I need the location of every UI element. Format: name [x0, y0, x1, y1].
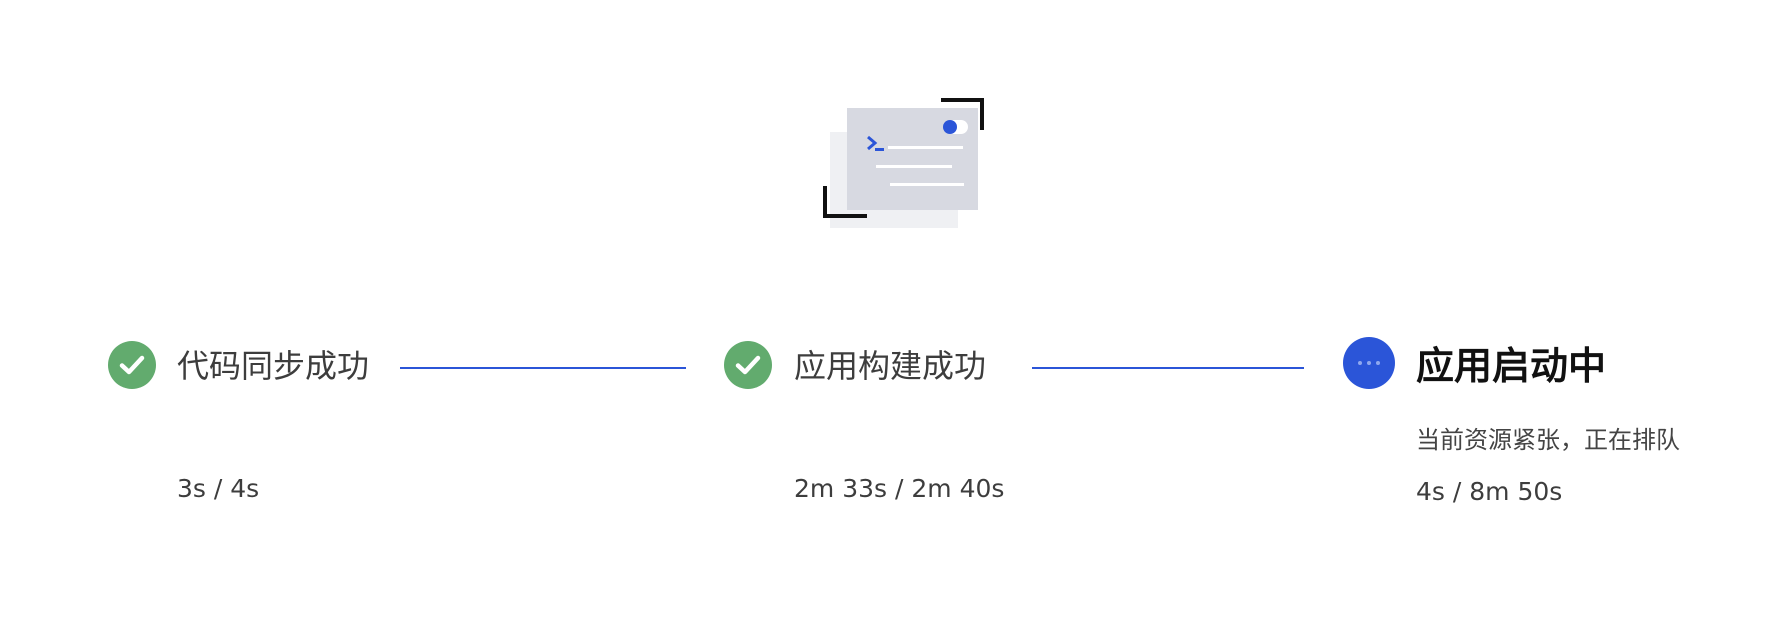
check-icon — [108, 341, 156, 389]
deployment-progress: 代码同步成功 3s / 4s 应用构建成功 2m 33s / 2m 40s 应用… — [0, 0, 1768, 630]
step-duration: 4s / 8m 50s — [1416, 477, 1563, 506]
more-dots-icon — [1343, 337, 1395, 389]
step-title: 应用构建成功 — [794, 347, 987, 385]
check-icon — [724, 341, 772, 389]
terminal-card-icon — [816, 96, 984, 232]
step-title: 应用启动中 — [1416, 344, 1607, 388]
progress-connector — [1032, 367, 1304, 369]
step-duration: 2m 33s / 2m 40s — [794, 474, 1005, 503]
step-status-note: 当前资源紧张，正在排队 — [1416, 426, 1680, 454]
step-duration: 3s / 4s — [177, 474, 260, 503]
progress-connector — [400, 367, 686, 369]
step-title: 代码同步成功 — [177, 347, 370, 385]
